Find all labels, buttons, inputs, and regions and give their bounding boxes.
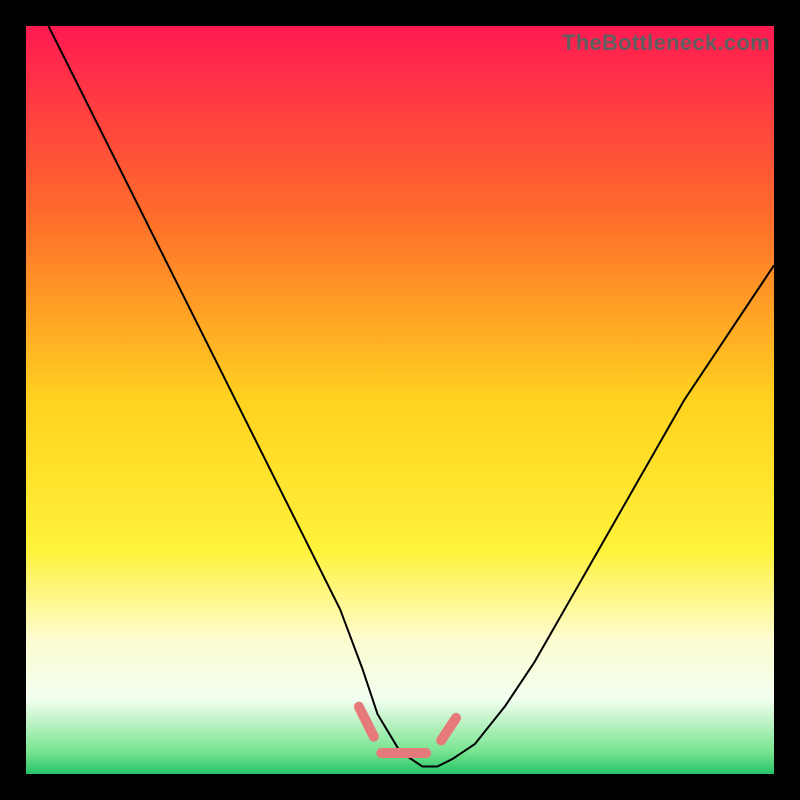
chart-svg	[26, 26, 774, 774]
gradient-background	[26, 26, 774, 774]
plot-area	[26, 26, 774, 774]
chart-frame: TheBottleneck.com	[0, 0, 800, 800]
